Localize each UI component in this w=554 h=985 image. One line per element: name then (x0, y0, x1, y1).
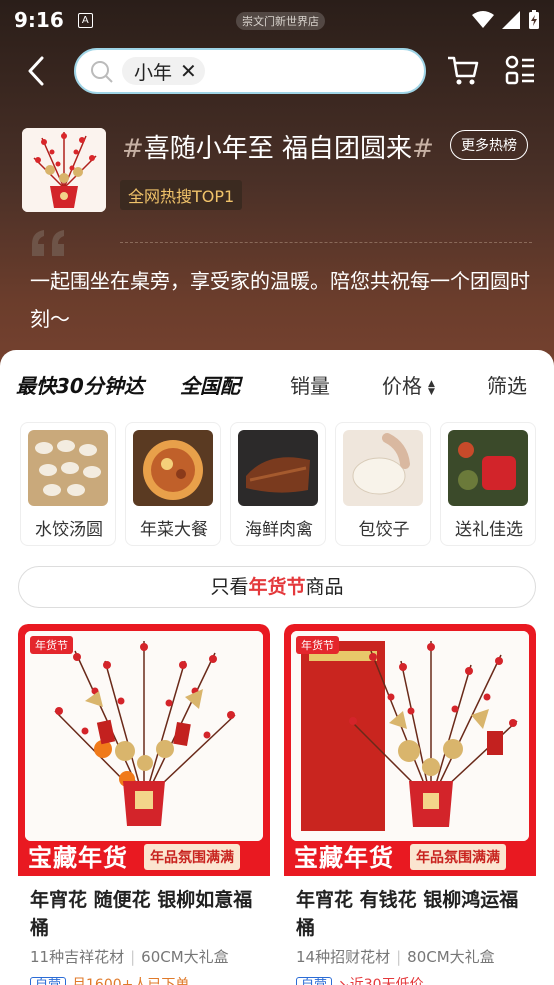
category-label: 年菜大餐 (140, 520, 208, 540)
category-label: 送礼佳选 (455, 520, 523, 540)
only-view-highlight: 年货节 (248, 576, 306, 598)
category-menu-button[interactable] (504, 54, 536, 90)
category-item[interactable]: 包饺子 (335, 422, 431, 546)
product-card[interactable]: 年货节 宝藏年货 年品氛围满满 年宵花 有钱花 银柳鸿运福桶 14种招财花材 | 8… (284, 624, 536, 985)
filter-bar: 最快30分钟达 全国配 销量 价格 ▲ ▼ 筛选 (0, 350, 554, 414)
hash-mark: # (412, 134, 434, 164)
only-festival-goods-button[interactable]: 只看年货节商品 (18, 566, 536, 608)
category-label: 海鲜肉禽 (245, 520, 313, 540)
product-title: 年宵花 有钱花 银柳鸿运福桶 (296, 889, 519, 939)
category-label: 包饺子 (358, 520, 410, 540)
signal-icon (502, 11, 520, 29)
category-label: 水饺汤圆 (35, 520, 103, 540)
divider (120, 242, 532, 243)
product-card[interactable]: 年货节 宝藏年货 年品氛围满满 年宵花 随便花 银柳如意福桶 11种吉祥花材 | 6… (18, 624, 270, 985)
topic-thumbnail[interactable] (22, 128, 106, 212)
low-price-note: 近30天低价 (349, 977, 424, 985)
category-item[interactable]: 送礼佳选 (440, 422, 536, 546)
category-item[interactable]: 海鲜肉禽 (230, 422, 326, 546)
search-icon (91, 61, 113, 83)
product-meta: 自营月1600+人已下单 (30, 974, 189, 985)
search-keyword-chip[interactable]: 小年 ✕ (122, 57, 205, 85)
banner-right-text: 年品氛围满满 (144, 844, 240, 870)
hash-mark: # (122, 134, 144, 164)
banner-left-text: 宝藏年货 (294, 844, 394, 872)
filter-sales[interactable]: 销量 (290, 370, 330, 399)
top-navigation: 小年 ✕ (0, 46, 554, 96)
topic-title-text: 喜随小年至 福自团圆来 (143, 134, 413, 164)
product-image-frame: 年货节 宝藏年货 年品氛围满满 (18, 624, 270, 876)
search-bar[interactable]: 小年 ✕ (74, 48, 426, 94)
filter-fastest-delivery[interactable]: 最快30分钟达 (16, 370, 144, 399)
product-spec: 14种招财花材 (296, 948, 391, 966)
back-button[interactable] (22, 54, 52, 88)
clear-keyword-icon[interactable]: ✕ (180, 59, 197, 83)
category-item[interactable]: 年菜大餐 (125, 422, 221, 546)
festival-tag: 年货节 (30, 636, 73, 654)
order-count: 月1600+人已下单 (72, 977, 190, 985)
product-specs: 14种招财花材 | 80CM大礼盒 (296, 948, 495, 966)
notification-a-icon: A (77, 12, 93, 28)
self-operated-badge: 自营 (296, 977, 333, 985)
flower-bucket-image (22, 128, 106, 212)
filter-price-label: 价格 (382, 374, 422, 398)
banner-left-text: 宝藏年货 (28, 844, 128, 872)
only-view-prefix: 只看 (210, 576, 249, 598)
rank-badge: 全网热搜TOP1 (120, 180, 243, 210)
only-view-suffix: 商品 (305, 576, 344, 598)
product-title: 年宵花 随便花 银柳如意福桶 (30, 889, 253, 939)
category-strip: 水饺汤圆 年菜大餐 海鲜肉禽 包饺子 送礼佳选 (20, 422, 554, 546)
product-spec: 11种吉祥花材 (30, 948, 125, 966)
more-hot-list-button[interactable]: 更多热榜 (450, 130, 528, 160)
filter-nationwide[interactable]: 全国配 (180, 370, 240, 399)
product-image (25, 631, 263, 841)
results-panel: 最快30分钟达 全国配 销量 价格 ▲▼ 筛选 水饺汤圆 年菜大餐 海鲜肉禽 (0, 350, 554, 985)
gift-image (448, 430, 528, 506)
product-spec: 80CM大礼盒 (407, 948, 495, 966)
back-arrow-icon (28, 56, 44, 86)
self-operated-badge: 自营 (30, 977, 67, 985)
search-keyword: 小年 (134, 61, 173, 84)
quote-icon (32, 230, 64, 256)
sort-arrows-icon: ▲ ▼ (428, 378, 435, 397)
product-spec: 60CM大礼盒 (141, 948, 229, 966)
wifi-icon (472, 11, 494, 28)
list-menu-icon (505, 55, 534, 85)
cart-icon (448, 56, 479, 85)
product-image (291, 631, 529, 841)
status-time: 9:16 (14, 8, 64, 32)
filter-screen[interactable]: 筛选 (487, 370, 527, 399)
festival-tag: 年货节 (296, 636, 339, 654)
banner-right-text: 年品氛围满满 (410, 844, 506, 870)
dumplings-image (28, 430, 108, 506)
seafood-meat-image (238, 430, 318, 506)
product-image-frame: 年货节 宝藏年货 年品氛围满满 (284, 624, 536, 876)
topic-quote: 一起围坐在桌旁，享受家的温暖。陪您共祝每一个团圆时刻～ (30, 269, 530, 331)
category-item[interactable]: 水饺汤圆 (20, 422, 116, 546)
feast-image (133, 430, 213, 506)
status-bar: 9:16 A 崇文门新世界店 (0, 0, 554, 40)
product-meta: 自营 ↘近30天低价 (296, 974, 424, 985)
price-drop-icon: ↘ (338, 977, 350, 985)
battery-icon (529, 10, 539, 29)
topic-title: #喜随小年至 福自团圆来# (122, 128, 434, 165)
filter-price[interactable]: 价格 ▲ ▼ (382, 370, 435, 399)
store-name: 崇文门新世界店 (236, 12, 325, 30)
wrapping-dumplings-image (343, 430, 423, 506)
cart-button[interactable] (446, 54, 480, 90)
product-specs: 11种吉祥花材 | 60CM大礼盒 (30, 948, 229, 966)
